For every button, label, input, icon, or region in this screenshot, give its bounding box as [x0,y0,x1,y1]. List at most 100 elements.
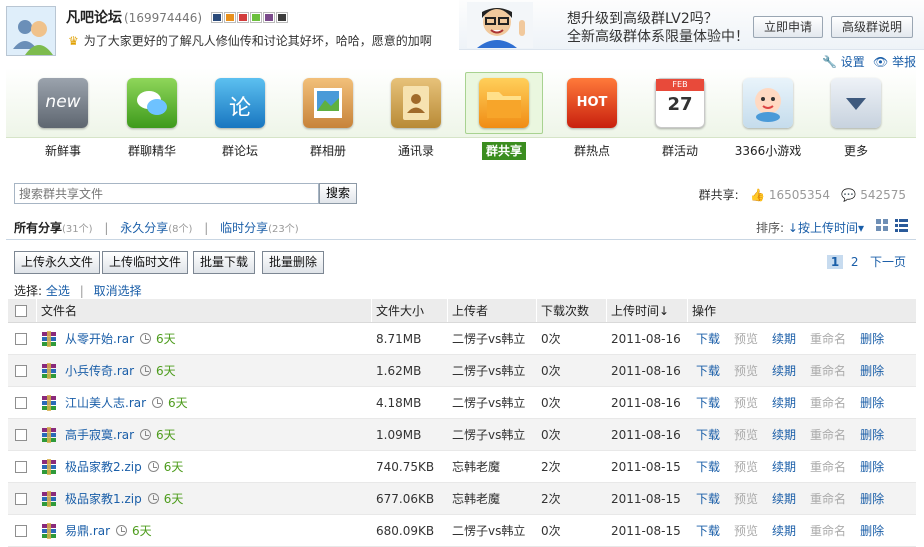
advanced-group-help-button[interactable]: 高级群说明 [831,16,914,38]
file-size: 8.71MB [376,331,422,346]
next-page-link[interactable]: 下一页 [870,255,906,269]
swatch-black[interactable] [276,12,288,23]
delete-link[interactable]: 删除 [860,330,884,347]
download-link[interactable]: 下载 [696,330,720,347]
row-checkbox[interactable] [15,483,27,514]
archive-icon [41,394,57,411]
table-row[interactable]: 高手寂寞.rar 6天 1.09MB 二愣子vs韩立 0次 2011-08-16… [8,419,916,451]
header-downloads[interactable]: 下载次数 [541,299,589,322]
download-link[interactable]: 下载 [696,458,720,475]
tool-album[interactable]: 群相册 [293,78,363,159]
header-filename[interactable]: 文件名 [41,299,77,322]
download-link[interactable]: 下载 [696,394,720,411]
expiry-days-text: 6天 [156,332,176,346]
delete-link[interactable]: 删除 [860,490,884,507]
file-name-link[interactable]: 极品家教1.zip [65,490,142,507]
tool-contacts[interactable]: 通讯录 [381,78,451,159]
tool-group-share[interactable]: 群共享 [465,72,543,160]
upload-date: 2011-08-15 [611,491,681,506]
swatch-purple[interactable] [263,12,275,23]
row-checkbox[interactable] [15,387,27,418]
file-name-link[interactable]: 小兵传奇.rar [65,362,134,379]
list-view-icon[interactable] [895,219,908,232]
tool-hot[interactable]: HOT 群热点 [557,78,627,159]
swatch-green[interactable] [250,12,262,23]
renew-link[interactable]: 续期 [772,522,796,539]
comment-icon[interactable]: 💬 [841,188,856,202]
download-link[interactable]: 下载 [696,490,720,507]
download-link[interactable]: 下载 [696,522,720,539]
deselect-link[interactable]: 取消选择 [94,284,142,298]
page-2-link[interactable]: 2 [851,255,859,269]
row-checkbox[interactable] [15,419,27,450]
tab-all-shares[interactable]: 所有分享 [14,221,62,235]
file-name-link[interactable]: 从零开始.rar [65,330,134,347]
table-row[interactable]: 小兵传奇.rar 6天 1.62MB 二愣子vs韩立 0次 2011-08-16… [8,355,916,387]
delete-link[interactable]: 删除 [860,458,884,475]
swatch-red[interactable] [237,12,249,23]
tool-events[interactable]: FEB 27 群活动 [645,78,715,159]
header-uploader[interactable]: 上传者 [452,299,488,322]
apply-now-button[interactable]: 立即申请 [753,16,824,38]
batch-download-button[interactable]: 批量下载 [193,251,256,274]
share-search-input[interactable] [14,183,319,204]
select-all-checkbox[interactable] [15,299,27,322]
file-name-link[interactable]: 高手寂寞.rar [65,426,134,443]
table-row[interactable]: 从零开始.rar 6天 8.71MB 二愣子vs韩立 0次 2011-08-16… [8,323,916,355]
file-name-link[interactable]: 易鼎.rar [65,522,110,539]
upload-temporary-button[interactable]: 上传临时文件 [102,251,189,274]
tool-forum[interactable]: 论 群论坛 [205,78,275,159]
group-avatar[interactable] [6,6,56,56]
header-size[interactable]: 文件大小 [376,299,424,322]
tool-news[interactable]: new 新鲜事 [28,78,98,159]
tool-more[interactable]: 更多 [821,78,891,159]
renew-link[interactable]: 续期 [772,394,796,411]
view-toggle [876,219,908,232]
file-name-link[interactable]: 江山美人志.rar [65,394,146,411]
skin-swatches[interactable] [211,12,288,23]
file-size: 4.18MB [376,395,422,410]
swatch-blue[interactable] [211,12,223,23]
row-checkbox[interactable] [15,451,27,482]
renew-link[interactable]: 续期 [772,426,796,443]
thumbs-up-icon[interactable]: 👍 [750,188,765,202]
table-row[interactable]: 江山美人志.rar 6天 4.18MB 二愣子vs韩立 0次 2011-08-1… [8,387,916,419]
archive-icon [41,458,57,475]
grid-view-icon[interactable] [876,219,889,232]
search-button[interactable]: 搜索 [319,183,358,204]
upload-permanent-button[interactable]: 上传永久文件 [14,251,101,274]
download-link[interactable]: 下载 [696,426,720,443]
renew-link[interactable]: 续期 [772,458,796,475]
header-upload-time[interactable]: 上传时间↓ [611,299,669,322]
tab-temporary-shares[interactable]: 临时分享 [220,221,268,235]
uploader: 二愣子vs韩立 [452,332,526,346]
delete-link[interactable]: 删除 [860,394,884,411]
delete-link[interactable]: 删除 [860,522,884,539]
renew-link[interactable]: 续期 [772,362,796,379]
table-row[interactable]: 极品家教1.zip 6天 677.06KB 忘韩老魔 2次 2011-08-15… [8,483,916,515]
sort-dropdown[interactable]: ↓按上传时间▾ [788,221,864,235]
delete-link[interactable]: 删除 [860,362,884,379]
swatch-orange[interactable] [224,12,236,23]
renew-link[interactable]: 续期 [772,330,796,347]
header-operations: 操作 [692,304,717,318]
tool-chat-highlights[interactable]: 群聊精华 [117,78,187,159]
batch-delete-button[interactable]: 批量删除 [262,251,325,274]
tab-permanent-shares[interactable]: 永久分享 [120,221,168,235]
preview-link: 预览 [734,332,759,346]
table-row[interactable]: 易鼎.rar 6天 680.09KB 二愣子vs韩立 0次 2011-08-15… [8,515,916,547]
sort-label: 排序: [756,221,785,235]
group-id: (169974446) [124,11,203,25]
file-name-link[interactable]: 极品家教2.zip [65,458,142,475]
table-row[interactable]: 极品家教2.zip 6天 740.75KB 忘韩老魔 2次 2011-08-15… [8,451,916,483]
row-checkbox[interactable] [15,515,27,546]
delete-link[interactable]: 删除 [860,426,884,443]
renew-link[interactable]: 续期 [772,490,796,507]
row-checkbox[interactable] [15,355,27,386]
row-checkbox[interactable] [15,323,27,354]
uploader: 忘韩老魔 [452,460,501,474]
select-all-link[interactable]: 全选 [46,284,70,298]
tool-games[interactable]: 3366小游戏 [733,78,803,159]
download-link[interactable]: 下载 [696,362,720,379]
upload-date: 2011-08-16 [611,395,681,410]
